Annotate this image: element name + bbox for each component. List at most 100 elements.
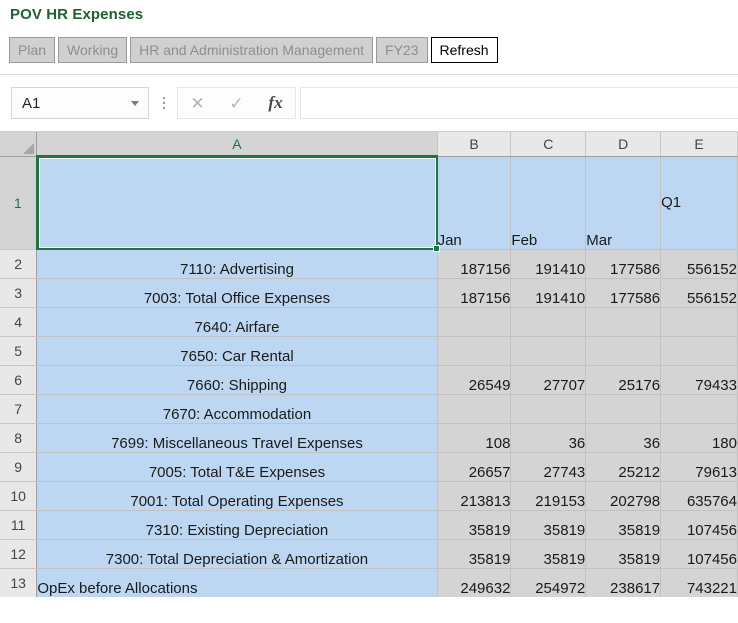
cell-B3[interactable]: 187156 bbox=[437, 278, 511, 307]
cell-D4[interactable] bbox=[586, 307, 661, 336]
cell-C12[interactable]: 35819 bbox=[511, 539, 586, 568]
sheet-table: ABCDE 1 JanFebMarQ1 27110: Advertising1871… bbox=[0, 132, 738, 597]
row-header-12[interactable]: 12 bbox=[0, 539, 37, 568]
column-header-b[interactable]: B bbox=[437, 132, 511, 156]
cell-A7[interactable]: 7670: Accommodation bbox=[37, 394, 437, 423]
cell-B7[interactable] bbox=[437, 394, 511, 423]
column-header-c[interactable]: C bbox=[511, 132, 586, 156]
cell-C6[interactable]: 27707 bbox=[511, 365, 586, 394]
cell-E3[interactable]: 556152 bbox=[661, 278, 738, 307]
pov-button-working[interactable]: Working bbox=[58, 37, 127, 63]
cell-E6[interactable]: 79433 bbox=[661, 365, 738, 394]
row-header-8[interactable]: 8 bbox=[0, 423, 37, 452]
cell-A2[interactable]: 7110: Advertising bbox=[37, 249, 437, 278]
cell-A10[interactable]: 7001: Total Operating Expenses bbox=[37, 481, 437, 510]
confirm-icon[interactable]: ✓ bbox=[229, 95, 243, 112]
cell-B10[interactable]: 213813 bbox=[437, 481, 511, 510]
cell-C2[interactable]: 191410 bbox=[511, 249, 586, 278]
cell-D2[interactable]: 177586 bbox=[586, 249, 661, 278]
cell-E2[interactable]: 556152 bbox=[661, 249, 738, 278]
cell-C9[interactable]: 27743 bbox=[511, 452, 586, 481]
cell-E9[interactable]: 79613 bbox=[661, 452, 738, 481]
cell-E8[interactable]: 180 bbox=[661, 423, 738, 452]
column-header-d[interactable]: D bbox=[586, 132, 661, 156]
cell-E4[interactable] bbox=[661, 307, 738, 336]
row-header-3[interactable]: 3 bbox=[0, 278, 37, 307]
cell-A11[interactable]: 7310: Existing Depreciation bbox=[37, 510, 437, 539]
insert-function-icon[interactable]: fx bbox=[268, 93, 282, 113]
row-header-13[interactable]: 13 bbox=[0, 568, 37, 597]
cell-A12[interactable]: 7300: Total Depreciation & Amortization bbox=[37, 539, 437, 568]
cell-E12[interactable]: 107456 bbox=[661, 539, 738, 568]
cell-B4[interactable] bbox=[437, 307, 511, 336]
pov-button-fy23[interactable]: FY23 bbox=[376, 37, 427, 63]
cell-A13[interactable]: OpEx before Allocations bbox=[37, 568, 437, 597]
cell-A1[interactable] bbox=[37, 156, 437, 249]
cell-E11[interactable]: 107456 bbox=[661, 510, 738, 539]
row-header-7[interactable]: 7 bbox=[0, 394, 37, 423]
cell-C11[interactable]: 35819 bbox=[511, 510, 586, 539]
cell-B2[interactable]: 187156 bbox=[437, 249, 511, 278]
row-header-2[interactable]: 2 bbox=[0, 249, 37, 278]
cell-B5[interactable] bbox=[437, 336, 511, 365]
cell-E7[interactable] bbox=[661, 394, 738, 423]
select-all-corner[interactable] bbox=[0, 132, 37, 156]
cell-B13[interactable]: 249632 bbox=[437, 568, 511, 597]
row-header-10[interactable]: 10 bbox=[0, 481, 37, 510]
cancel-icon[interactable]: ✕ bbox=[190, 95, 204, 112]
cell-B9[interactable]: 26657 bbox=[437, 452, 511, 481]
name-box[interactable]: A1 bbox=[11, 87, 149, 119]
cell-D1[interactable]: Mar bbox=[586, 156, 661, 249]
cell-B8[interactable]: 108 bbox=[437, 423, 511, 452]
cell-D7[interactable] bbox=[586, 394, 661, 423]
cell-C10[interactable]: 219153 bbox=[511, 481, 586, 510]
column-header-e[interactable]: E bbox=[661, 132, 738, 156]
cell-D8[interactable]: 36 bbox=[586, 423, 661, 452]
cell-B6[interactable]: 26549 bbox=[437, 365, 511, 394]
cell-B12[interactable]: 35819 bbox=[437, 539, 511, 568]
cell-B11[interactable]: 35819 bbox=[437, 510, 511, 539]
pov-button-plan[interactable]: Plan bbox=[9, 37, 55, 63]
cell-C4[interactable] bbox=[511, 307, 586, 336]
cell-C3[interactable]: 191410 bbox=[511, 278, 586, 307]
cell-D12[interactable]: 35819 bbox=[586, 539, 661, 568]
cell-A6[interactable]: 7660: Shipping bbox=[37, 365, 437, 394]
cell-D3[interactable]: 177586 bbox=[586, 278, 661, 307]
pov-button-hr-and-administration-management[interactable]: HR and Administration Management bbox=[130, 37, 373, 63]
cell-A9[interactable]: 7005: Total T&E Expenses bbox=[37, 452, 437, 481]
table-row: 127300: Total Depreciation & Amortizatio… bbox=[0, 539, 738, 568]
formula-input[interactable] bbox=[300, 87, 738, 119]
cell-B1[interactable]: Jan bbox=[437, 156, 511, 249]
cell-C7[interactable] bbox=[511, 394, 586, 423]
row-header-4[interactable]: 4 bbox=[0, 307, 37, 336]
cell-C1[interactable]: Feb bbox=[511, 156, 586, 249]
spreadsheet-grid: ABCDE 1 JanFebMarQ1 27110: Advertising1871… bbox=[0, 132, 738, 597]
table-row: 87699: Miscellaneous Travel Expenses1083… bbox=[0, 423, 738, 452]
row-header-11[interactable]: 11 bbox=[0, 510, 37, 539]
cell-E5[interactable] bbox=[661, 336, 738, 365]
row-header-5[interactable]: 5 bbox=[0, 336, 37, 365]
pov-button-refresh[interactable]: Refresh bbox=[431, 37, 498, 63]
cell-A3[interactable]: 7003: Total Office Expenses bbox=[37, 278, 437, 307]
cell-D6[interactable]: 25176 bbox=[586, 365, 661, 394]
row-header-6[interactable]: 6 bbox=[0, 365, 37, 394]
cell-D11[interactable]: 35819 bbox=[586, 510, 661, 539]
cell-D5[interactable] bbox=[586, 336, 661, 365]
cell-A5[interactable]: 7650: Car Rental bbox=[37, 336, 437, 365]
row-header-9[interactable]: 9 bbox=[0, 452, 37, 481]
chevron-down-icon[interactable] bbox=[131, 101, 139, 106]
cell-C13[interactable]: 254972 bbox=[511, 568, 586, 597]
cell-C5[interactable] bbox=[511, 336, 586, 365]
cell-C8[interactable]: 36 bbox=[511, 423, 586, 452]
cell-E10[interactable]: 635764 bbox=[661, 481, 738, 510]
cell-A4[interactable]: 7640: Airfare bbox=[37, 307, 437, 336]
cell-E1[interactable]: Q1 bbox=[661, 156, 738, 249]
cell-D10[interactable]: 202798 bbox=[586, 481, 661, 510]
formula-bar-more-icon[interactable] bbox=[153, 97, 175, 109]
cell-D13[interactable]: 238617 bbox=[586, 568, 661, 597]
cell-E13[interactable]: 743221 bbox=[661, 568, 738, 597]
row-header-1[interactable]: 1 bbox=[0, 156, 37, 249]
column-header-a[interactable]: A bbox=[37, 132, 437, 156]
cell-D9[interactable]: 25212 bbox=[586, 452, 661, 481]
cell-A8[interactable]: 7699: Miscellaneous Travel Expenses bbox=[37, 423, 437, 452]
